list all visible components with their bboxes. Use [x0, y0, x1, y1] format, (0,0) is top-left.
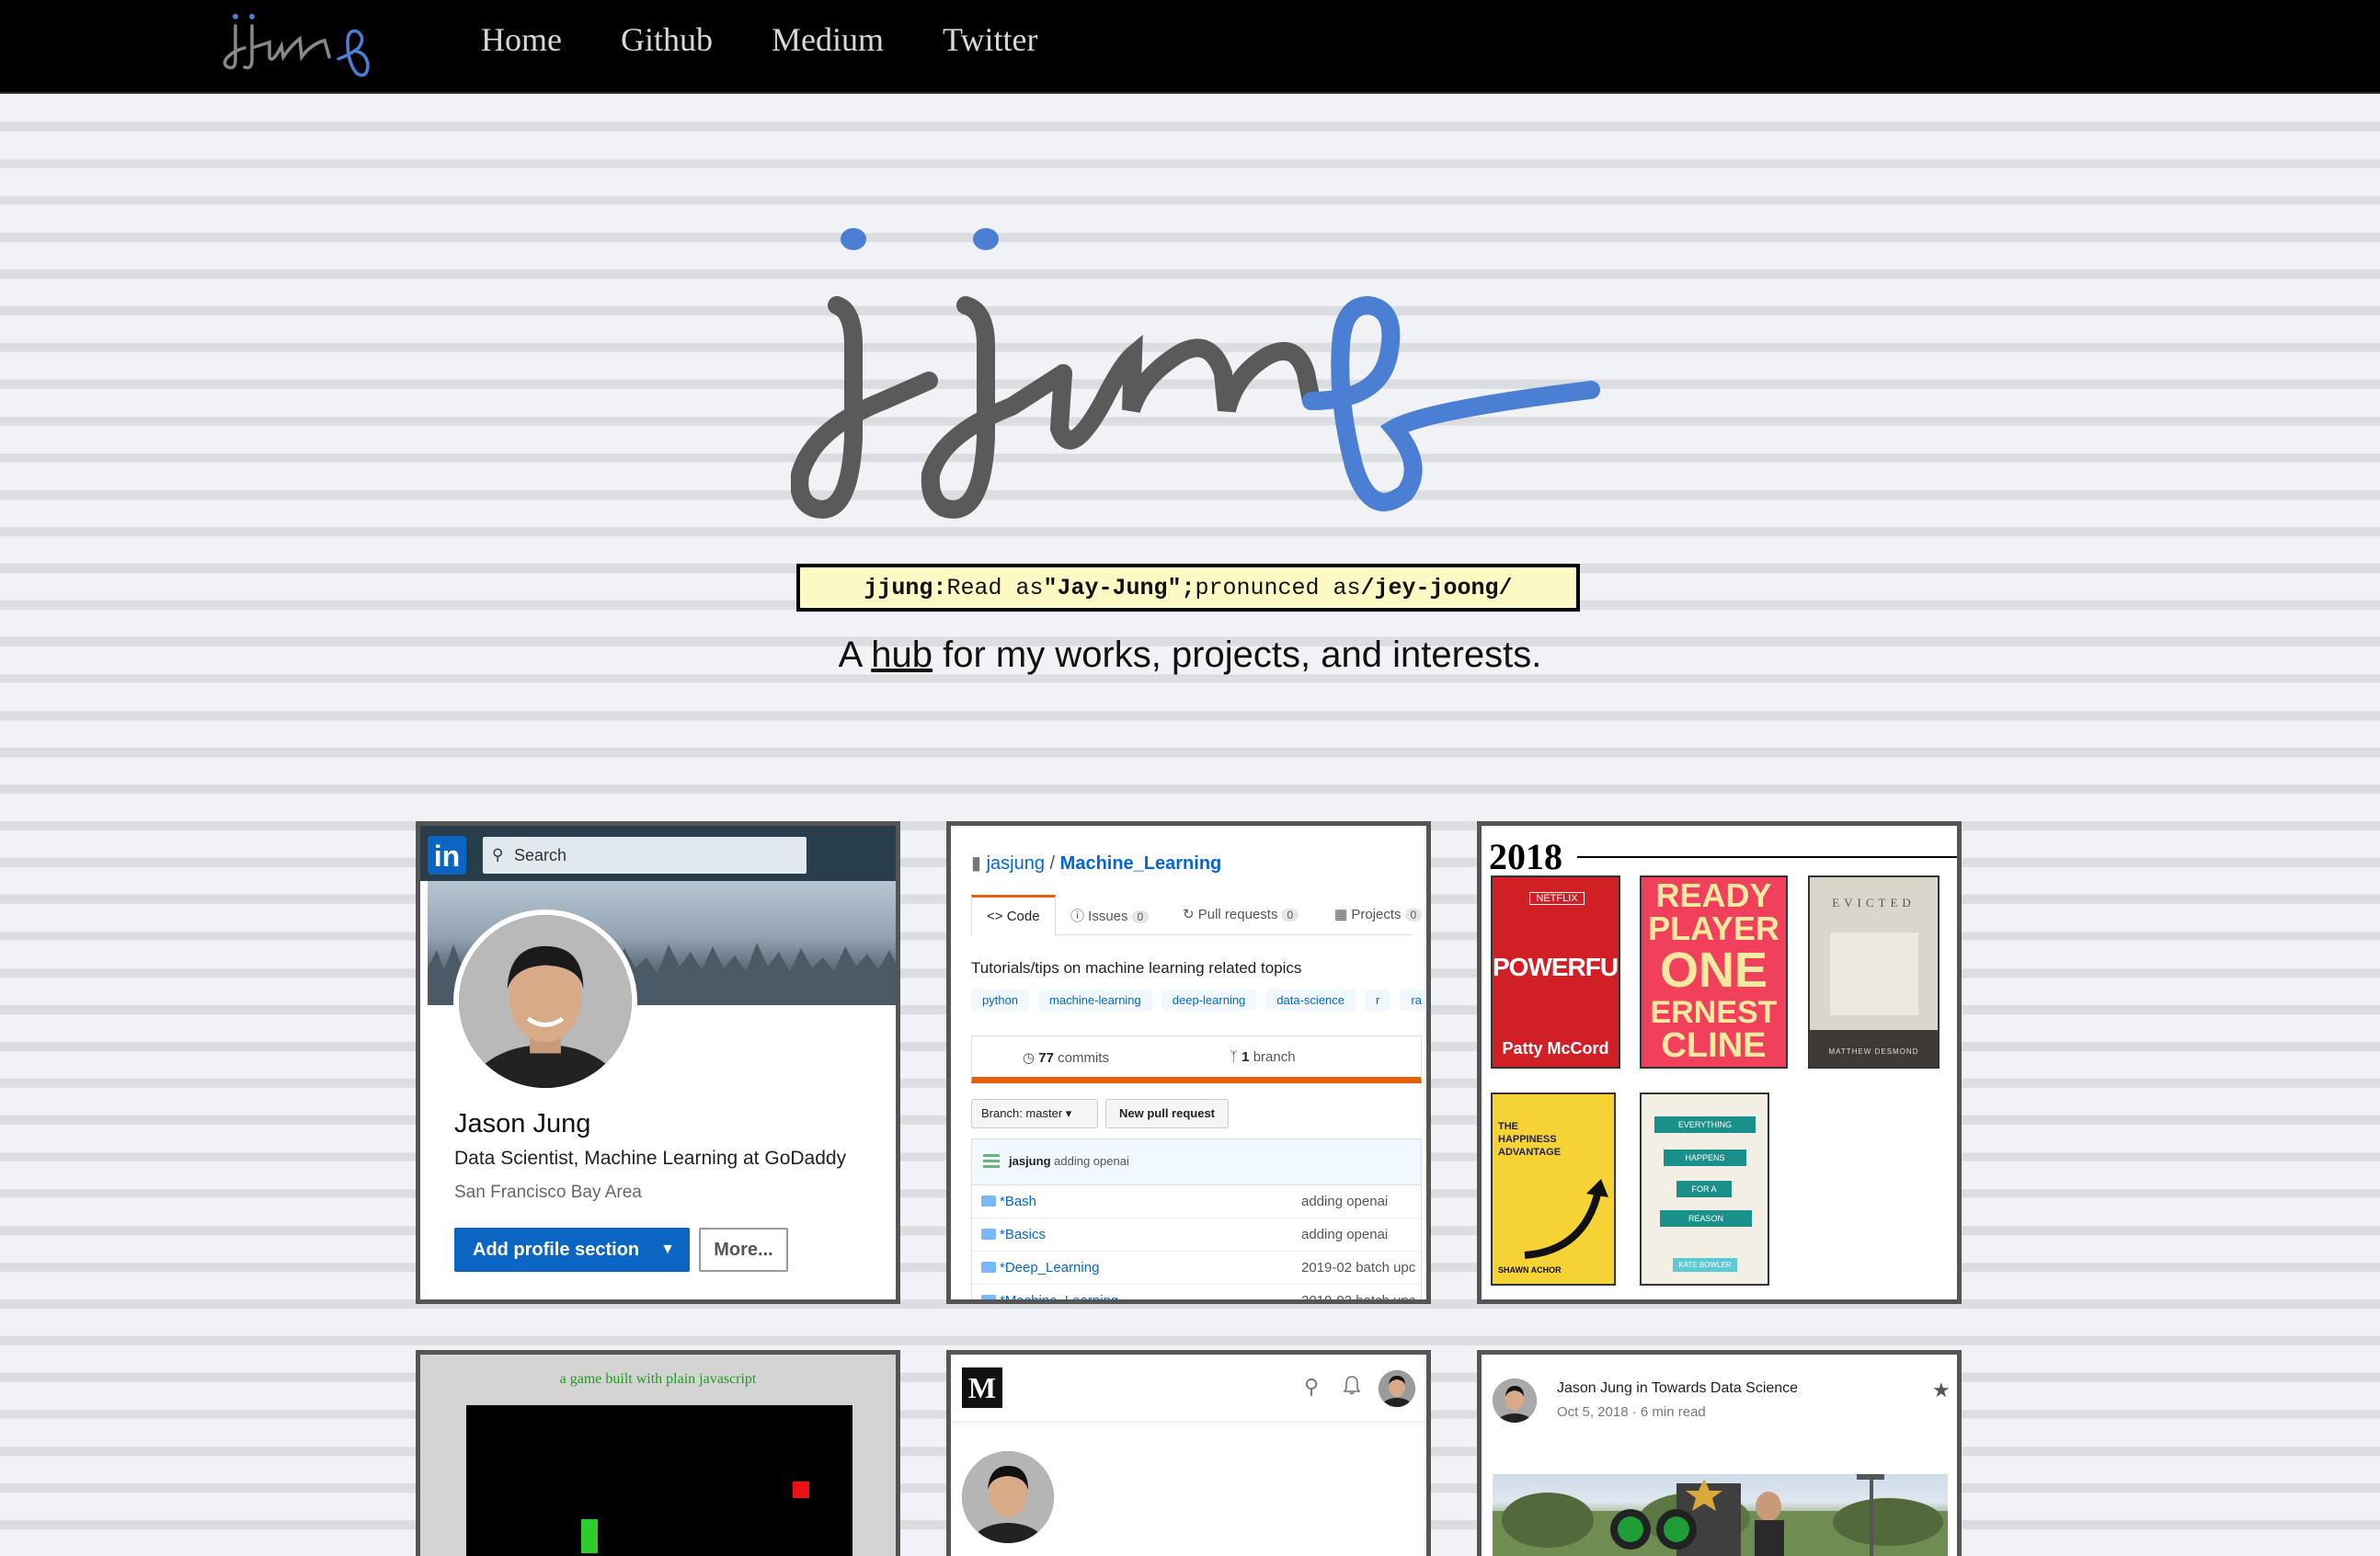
books-year: 2018 [1489, 836, 1562, 877]
file-row[interactable]: *Basics adding openai [972, 1218, 1421, 1252]
bell-icon [1343, 1376, 1361, 1395]
tab-code[interactable]: <> Code [971, 895, 1056, 936]
topic-tag[interactable]: data-science [1265, 990, 1356, 1011]
book-happiness-advantage: THE HAPPINESS ADVANTAGE SHAWN ACHOR [1491, 1093, 1616, 1286]
tab-issues[interactable]: ⓘ Issues 0 [1070, 906, 1150, 925]
pron-pronounced-value: /jey-joong/ [1360, 574, 1513, 601]
latest-commit: jasjung adding openai [972, 1139, 1421, 1185]
repo-icon: ▮ [971, 853, 982, 874]
game-board [466, 1405, 852, 1556]
book-evicted: EVICTED MATTHEW DESMOND [1808, 875, 1939, 1069]
pron-pronounced-label: pronunced as [1195, 574, 1361, 601]
commit-message: adding openai [1054, 1154, 1129, 1168]
tds-article-card[interactable]: Jason Jung in Towards Data Science Oct 5… [1477, 1350, 1962, 1556]
folder-icon [981, 1229, 996, 1240]
book-everything-happens: EVERYTHING HAPPENS FOR A REASON KATE BOW… [1640, 1093, 1769, 1286]
repo-topics: python machine-learning deep-learning da… [971, 990, 1426, 1011]
article-date: Oct 5, 2018 · 6 min read [1557, 1404, 1706, 1420]
medium-card[interactable]: M ⚲ [946, 1350, 1431, 1556]
nav-link-home[interactable]: Home [481, 20, 562, 59]
tab-pull-requests[interactable]: ↻ Pull requests 0 [1183, 906, 1299, 922]
search-icon: ⚲ [1304, 1375, 1320, 1398]
branch-select[interactable]: Branch: master ▾ [971, 1099, 1098, 1128]
pron-read-value: "Jay-Jung"; [1043, 574, 1196, 601]
book-powerful: NETFLIX POWERFUL Patty McCord [1491, 875, 1620, 1069]
new-pull-request-button[interactable]: New pull request [1105, 1099, 1229, 1128]
book-ready-player-one: READY PLAYER ONE ERNEST CLINE [1640, 875, 1788, 1069]
repo-name: Machine_Learning [1059, 853, 1222, 874]
books-card[interactable]: 2018 NETFLIX POWERFUL Patty McCord READY… [1477, 821, 1962, 1304]
folder-icon [981, 1196, 996, 1207]
profile-name: Jason Jung [454, 1109, 591, 1138]
top-nav: Home Github Medium Twitter [0, 0, 2380, 94]
avatar [1379, 1370, 1415, 1407]
profile-photo [962, 1451, 1054, 1543]
linkedin-logo: in [428, 836, 466, 875]
linkedin-header: in ⚲ Search [420, 826, 896, 881]
tagline-suffix: for my works, projects, and interests. [943, 635, 1542, 675]
github-card[interactable]: ▮ jasjung / Machine_Learning <> Code ⓘ I… [946, 821, 1431, 1304]
tab-projects[interactable]: ▦ Projects 0 [1334, 906, 1423, 922]
caret-down-icon: ▼ [660, 1241, 675, 1257]
topic-tag[interactable]: deep-learning [1161, 990, 1257, 1011]
linkedin-search-placeholder: Search [514, 846, 567, 864]
linkedin-card[interactable]: in ⚲ Search Jason Jung Data Scientist, M… [416, 821, 900, 1304]
hero-logo [791, 228, 1600, 519]
topic-tag[interactable]: machine-learning [1038, 990, 1152, 1011]
topic-tag[interactable]: r [1365, 990, 1391, 1011]
file-list: jasjung adding openai *Bash adding opena… [971, 1138, 1422, 1299]
file-row[interactable]: *Deep_Learning 2019-02 batch upc [972, 1252, 1421, 1285]
linkedin-search: ⚲ Search [483, 837, 807, 874]
repo-description: Tutorials/tips on machine learning relat… [971, 959, 1302, 977]
snake-body [581, 1519, 598, 1556]
year-divider [1577, 856, 1957, 858]
medium-logo: M [962, 1367, 1002, 1408]
folder-icon [981, 1295, 996, 1299]
topic-tag[interactable]: ra [1400, 990, 1426, 1011]
profile-location: San Francisco Bay Area [454, 1183, 642, 1202]
topic-tag[interactable]: python [971, 990, 1030, 1011]
tagline: A hub for my works, projects, and intere… [0, 635, 2380, 676]
nav-links: Home Github Medium Twitter [481, 20, 1037, 59]
commit-user[interactable]: jasjung [1009, 1154, 1051, 1168]
header-shadow [951, 1421, 1426, 1426]
tagline-prefix: A [838, 635, 862, 675]
pronunciation-box: jjung: Read as "Jay-Jung"; pronunced as … [796, 564, 1580, 612]
file-row[interactable]: *Machine_Learning 2019-02 batch upc [972, 1285, 1421, 1299]
commit-icon [983, 1154, 1000, 1169]
snake-game-card[interactable]: a game built with plain javascript [416, 1350, 900, 1556]
arrow-graphic [1524, 1179, 1608, 1259]
file-row[interactable]: *Bash adding openai [972, 1185, 1421, 1218]
star-icon[interactable]: ★ [1932, 1379, 1951, 1402]
repo-stats: ◷ 77 commits ᛉ 1 branch [971, 1035, 1422, 1083]
commits-stat[interactable]: ◷ 77 commits [1023, 1049, 1109, 1066]
pron-read-label: Read as [946, 574, 1044, 601]
branch-stat[interactable]: ᛉ 1 branch [1230, 1049, 1296, 1065]
site-logo[interactable] [219, 9, 390, 79]
repo-owner: jasjung [986, 853, 1045, 874]
search-icon: ⚲ [492, 846, 504, 864]
article-author[interactable]: Jason Jung in Towards Data Science [1557, 1380, 1798, 1397]
nav-link-twitter[interactable]: Twitter [943, 20, 1037, 59]
repo-title: ▮ jasjung / Machine_Learning [971, 853, 1222, 874]
add-profile-section-button[interactable]: Add profile section ▼ [454, 1228, 690, 1272]
game-caption: a game built with plain javascript [559, 1371, 757, 1387]
article-image [1493, 1474, 1948, 1556]
nav-link-medium[interactable]: Medium [772, 20, 884, 59]
folder-icon [981, 1262, 996, 1273]
nav-link-github[interactable]: Github [621, 20, 713, 59]
snake-food [793, 1482, 809, 1498]
hub-link[interactable]: hub [871, 635, 933, 675]
add-profile-section-label: Add profile section [473, 1240, 640, 1260]
profile-photo [453, 910, 637, 1093]
author-avatar [1493, 1379, 1537, 1423]
profile-headline: Data Scientist, Machine Learning at GoDa… [454, 1148, 847, 1169]
pron-word: jjung: [864, 574, 947, 601]
repo-tabs: <> Code ⓘ Issues 0 ↻ Pull requests 0 ▦ Pro… [971, 895, 1423, 936]
more-button[interactable]: More... [699, 1228, 788, 1272]
